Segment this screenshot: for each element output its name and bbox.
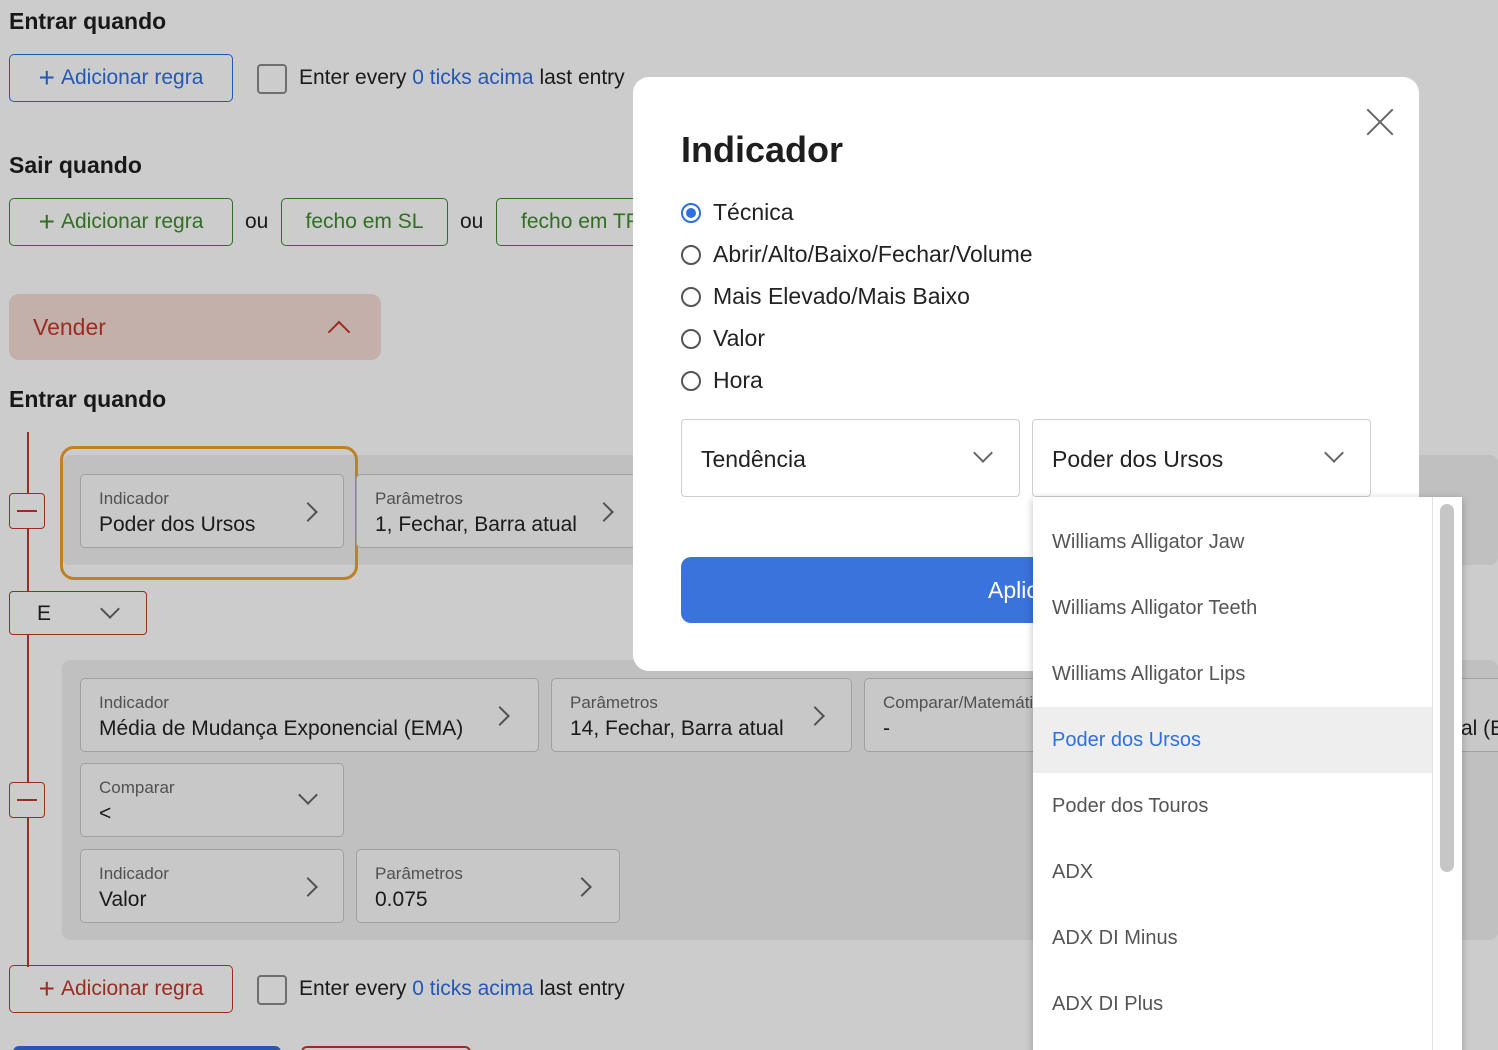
close-icon[interactable] — [1365, 107, 1395, 137]
indicator-select[interactable]: Poder dos Ursos — [1032, 419, 1371, 497]
dropdown-item[interactable]: Williams Alligator Lips — [1033, 641, 1433, 707]
radio-highest-lowest-label: Mais Elevado/Mais Baixo — [713, 283, 970, 309]
radio-hora[interactable]: Hora — [681, 367, 763, 394]
radio-hora-label: Hora — [713, 367, 763, 393]
dropdown-item[interactable]: Williams Alligator Teeth — [1033, 575, 1433, 641]
radio-ohlcv[interactable]: Abrir/Alto/Baixo/Fechar/Volume — [681, 241, 1033, 268]
dropdown-item[interactable]: ADX DI Plus — [1033, 971, 1433, 1037]
indicator-select-value: Poder dos Ursos — [1052, 446, 1224, 472]
category-select-value: Tendência — [701, 446, 806, 472]
dropdown-scrollbar[interactable] — [1440, 504, 1454, 872]
dropdown-item[interactable]: ADX DI Minus — [1033, 905, 1433, 971]
apply-button[interactable]: Aplicar — [681, 557, 1033, 623]
dropdown-item[interactable]: Williams Alligator Jaw — [1033, 509, 1433, 575]
dropdown-item-selected[interactable]: Poder dos Ursos — [1033, 707, 1433, 773]
dropdown-item[interactable]: ADX — [1033, 839, 1433, 905]
radio-unchecked-icon — [681, 286, 701, 307]
apply-button-label: Aplicar — [988, 577, 1033, 603]
radio-tecnica-label: Técnica — [713, 199, 794, 225]
radio-unchecked-icon — [681, 244, 701, 265]
indicator-dropdown-list: Williams Alligator Jaw Williams Alligato… — [1033, 497, 1462, 1050]
radio-highest-lowest[interactable]: Mais Elevado/Mais Baixo — [681, 283, 970, 310]
scrollbar-track-divider — [1432, 497, 1433, 1050]
radio-checked-icon — [681, 202, 701, 223]
radio-valor-label: Valor — [713, 325, 765, 351]
radio-unchecked-icon — [681, 328, 701, 349]
radio-valor[interactable]: Valor — [681, 325, 765, 352]
category-select[interactable]: Tendência — [681, 419, 1020, 497]
dropdown-item[interactable]: Poder dos Touros — [1033, 773, 1433, 839]
chevron-down-icon — [1324, 443, 1344, 463]
radio-unchecked-icon — [681, 370, 701, 391]
radio-ohlcv-label: Abrir/Alto/Baixo/Fechar/Volume — [713, 241, 1033, 267]
modal-title: Indicador — [681, 129, 844, 170]
chevron-down-icon — [973, 443, 993, 463]
radio-tecnica[interactable]: Técnica — [681, 199, 794, 226]
